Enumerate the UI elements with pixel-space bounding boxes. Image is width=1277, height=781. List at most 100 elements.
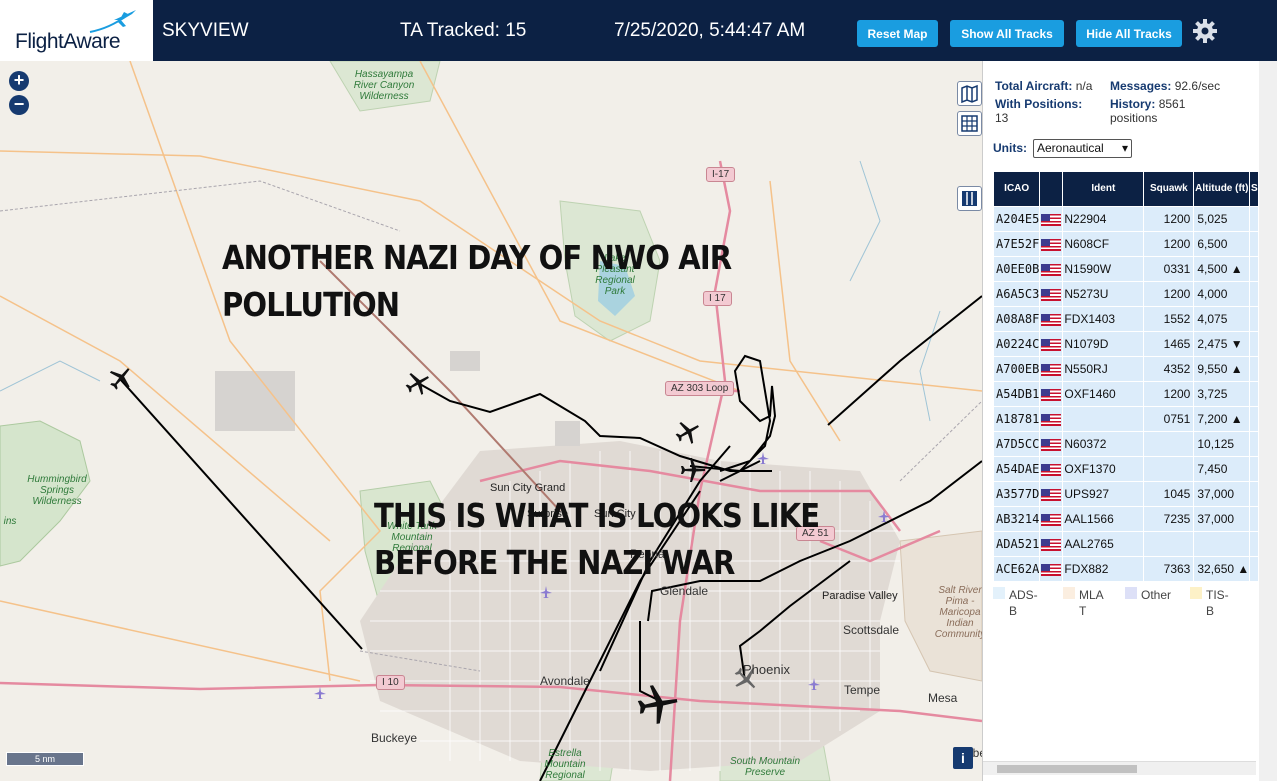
table-row[interactable]: A6A5C3 N5273U 1200 4,000 — [994, 282, 1259, 306]
column-header-speed[interactable]: S — [1250, 172, 1259, 206]
total-aircraft-value: n/a — [1075, 79, 1093, 93]
horizontal-scrollbar[interactable] — [983, 761, 1256, 775]
highway-shield: I 17 — [703, 291, 732, 306]
squawk-cell: 1200 — [1144, 232, 1194, 256]
hide-all-tracks-button[interactable]: Hide All Tracks — [1076, 20, 1182, 47]
us-flag-icon — [1041, 463, 1062, 476]
table-row[interactable]: A3577D UPS927 1045 37,000 — [994, 482, 1259, 506]
zoom-out-button[interactable]: − — [9, 95, 29, 115]
flag-cell — [1040, 557, 1063, 581]
gear-icon[interactable] — [1192, 18, 1218, 44]
current-datetime: 7/25/2020, 5:44:47 AM — [614, 20, 806, 41]
altitude-cell: 37,000 — [1194, 482, 1250, 506]
park-label: Estrella Mountain Regional — [544, 748, 586, 781]
table-row[interactable]: A204E5 N22904 1200 5,025 — [994, 207, 1259, 231]
us-flag-icon — [1041, 388, 1062, 401]
city-label: Scottsdale — [843, 623, 900, 637]
ident-cell: N608CF — [1063, 232, 1144, 256]
us-flag-icon — [1041, 363, 1062, 376]
grid-toggle-button[interactable] — [957, 111, 982, 136]
legend-item: MLAT — [1063, 587, 1115, 619]
history-stat: History: 8561 positions — [1110, 97, 1220, 125]
column-header-icao[interactable]: ICAO — [994, 172, 1040, 206]
total-aircraft-stat: Total Aircraft: n/a — [995, 79, 1092, 93]
city-label: Mesa — [928, 691, 958, 705]
toggle-sidebar-button[interactable] — [957, 186, 982, 211]
table-row[interactable]: ACE62A FDX882 7363 32,650 ▲ — [994, 557, 1259, 581]
altitude-cell: 2,475 ▼ — [1194, 332, 1250, 356]
squawk-cell: 4352 — [1144, 357, 1194, 381]
table-row[interactable]: A0224C N1079D 1465 2,475 ▼ — [994, 332, 1259, 356]
legend-label: Other — [1141, 588, 1172, 602]
table-row[interactable]: ADA521 AAL2765 — [994, 532, 1259, 556]
column-header-squawk[interactable]: Squawk — [1144, 172, 1194, 206]
overlay-caption-line: THIS IS WHAT IS LOOKS LIKE — [374, 496, 820, 535]
zoom-in-button[interactable]: + — [9, 71, 29, 91]
squawk-cell — [1144, 532, 1194, 556]
aircraft-marker-icon[interactable] — [675, 419, 701, 445]
city-label: Tempe — [844, 683, 881, 697]
aircraft-marker-icon[interactable] — [637, 683, 679, 725]
flag-cell — [1040, 407, 1063, 431]
table-row[interactable]: AB3214 AAL1566 7235 37,000 — [994, 507, 1259, 531]
reset-map-button[interactable]: Reset Map — [857, 20, 938, 47]
table-row[interactable]: A700EB N550RJ 4352 9,550 ▲ — [994, 357, 1259, 381]
grid-icon — [961, 115, 978, 132]
us-flag-icon — [1041, 438, 1062, 451]
info-icon[interactable]: i — [953, 747, 973, 769]
flag-cell — [1040, 282, 1063, 306]
legend-label: ADS-B — [1009, 588, 1038, 618]
ident-cell: N1590W — [1063, 257, 1144, 281]
ident-cell: OXF1460 — [1063, 382, 1144, 406]
city-label: Paradise Valley — [822, 590, 898, 602]
overlay-caption-line: POLLUTION — [222, 285, 400, 324]
column-header-altitude[interactable]: Altitude (ft) — [1194, 172, 1250, 206]
column-header-ident[interactable]: Ident — [1063, 172, 1144, 206]
aircraft-marker-icon[interactable] — [108, 365, 134, 391]
flightaware-logo[interactable]: FlightAware — [0, 0, 155, 61]
show-all-tracks-button[interactable]: Show All Tracks — [950, 20, 1064, 47]
ident-cell: N60372 — [1063, 432, 1144, 456]
speed-cell — [1250, 257, 1259, 281]
flag-cell — [1040, 232, 1063, 256]
table-row[interactable]: A54DB1 OXF1460 1200 3,725 — [994, 382, 1259, 406]
map-scale-bar: 5 nm — [6, 752, 84, 766]
ident-cell: OXF1370 — [1063, 457, 1144, 481]
icao-cell: A7E52F — [994, 232, 1040, 256]
vertical-scrollbar[interactable] — [1259, 61, 1277, 781]
icao-cell: ADA521 — [994, 532, 1040, 556]
aircraft-marker-icon[interactable] — [680, 457, 706, 483]
with-positions-value: 13 — [995, 111, 1009, 125]
ident-cell: N1079D — [1063, 332, 1144, 356]
table-row[interactable]: A08A8F FDX1403 1552 4,075 — [994, 307, 1259, 331]
city-label: Sun City Grand — [490, 482, 566, 494]
airport-icon — [757, 452, 769, 464]
us-flag-icon — [1041, 488, 1062, 501]
flag-cell — [1040, 482, 1063, 506]
flag-cell — [1040, 507, 1063, 531]
us-flag-icon — [1041, 288, 1062, 301]
table-row[interactable]: A7E52F N608CF 1200 6,500 — [994, 232, 1259, 256]
table-header-row: ICAO Ident Squawk Altitude (ft) S — [994, 172, 1259, 206]
icao-cell: A54DB1 — [994, 382, 1040, 406]
units-select[interactable]: Aeronautical — [1033, 139, 1132, 158]
scrollbar-thumb[interactable] — [997, 765, 1137, 773]
icao-cell: A204E5 — [994, 207, 1040, 231]
icao-cell: A6A5C3 — [994, 282, 1040, 306]
logo-text: FlightAware — [15, 30, 121, 53]
icao-cell: A3577D — [994, 482, 1040, 506]
table-row[interactable]: A18781 0751 7,200 ▲ — [994, 407, 1259, 431]
table-row[interactable]: A54DAE OXF1370 7,450 — [994, 457, 1259, 481]
map-layers-button[interactable] — [957, 81, 982, 106]
us-flag-icon — [1041, 538, 1062, 551]
speed-cell — [1250, 507, 1259, 531]
flag-cell — [1040, 357, 1063, 381]
aircraft-marker-icon[interactable] — [405, 370, 431, 396]
table-row[interactable]: A7D5CC N60372 10,125 — [994, 432, 1259, 456]
column-header-flag[interactable] — [1040, 172, 1063, 206]
highway-shield: I-17 — [706, 167, 736, 182]
us-flag-icon — [1041, 238, 1062, 251]
us-flag-icon — [1041, 513, 1062, 526]
map-canvas[interactable]: I-17 I 17 AZ 303 Loop I 10 AZ 51 Hassaya… — [0, 61, 982, 781]
table-row[interactable]: A0EE0B N1590W 0331 4,500 ▲ — [994, 257, 1259, 281]
